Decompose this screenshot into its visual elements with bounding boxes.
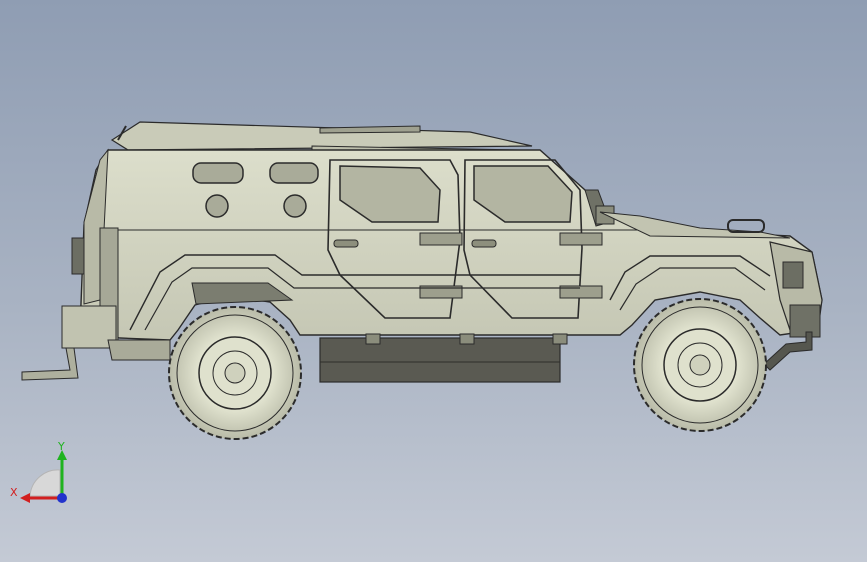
rear-window-left [192,162,244,184]
tank-bracket [552,333,568,345]
z-axis-dot [57,493,67,503]
roof-rail [319,125,421,134]
rear-wheel[interactable] [168,306,302,440]
y-axis-label: Y [57,440,65,453]
rear-window-right [269,162,319,184]
front-tow-hook [763,331,813,371]
tank-bracket [365,333,381,345]
gun-port-left [205,194,229,218]
gun-port-right [283,194,307,218]
x-arrowhead [20,493,30,503]
door-handle [471,239,497,248]
tank-bracket [459,333,475,345]
coordinate-triad-icon: Y X [10,440,67,503]
triad-plane [29,469,61,497]
front-bumper [789,304,821,338]
exhaust-pipe [107,339,171,361]
graphics-viewport[interactable]: Y X [0,0,867,562]
rear-tow-bar [21,347,79,381]
door-handle [333,239,359,248]
front-wheel[interactable] [633,298,767,432]
front-hub [689,354,711,376]
door-hinge [419,232,463,246]
headlight [782,261,804,289]
side-step-tank [319,337,561,383]
door-hinge [559,232,603,246]
vehicle-model[interactable] [0,0,867,562]
rear-tail-light [71,237,85,275]
rear-hub [224,362,246,384]
x-axis-label: X [10,486,18,499]
